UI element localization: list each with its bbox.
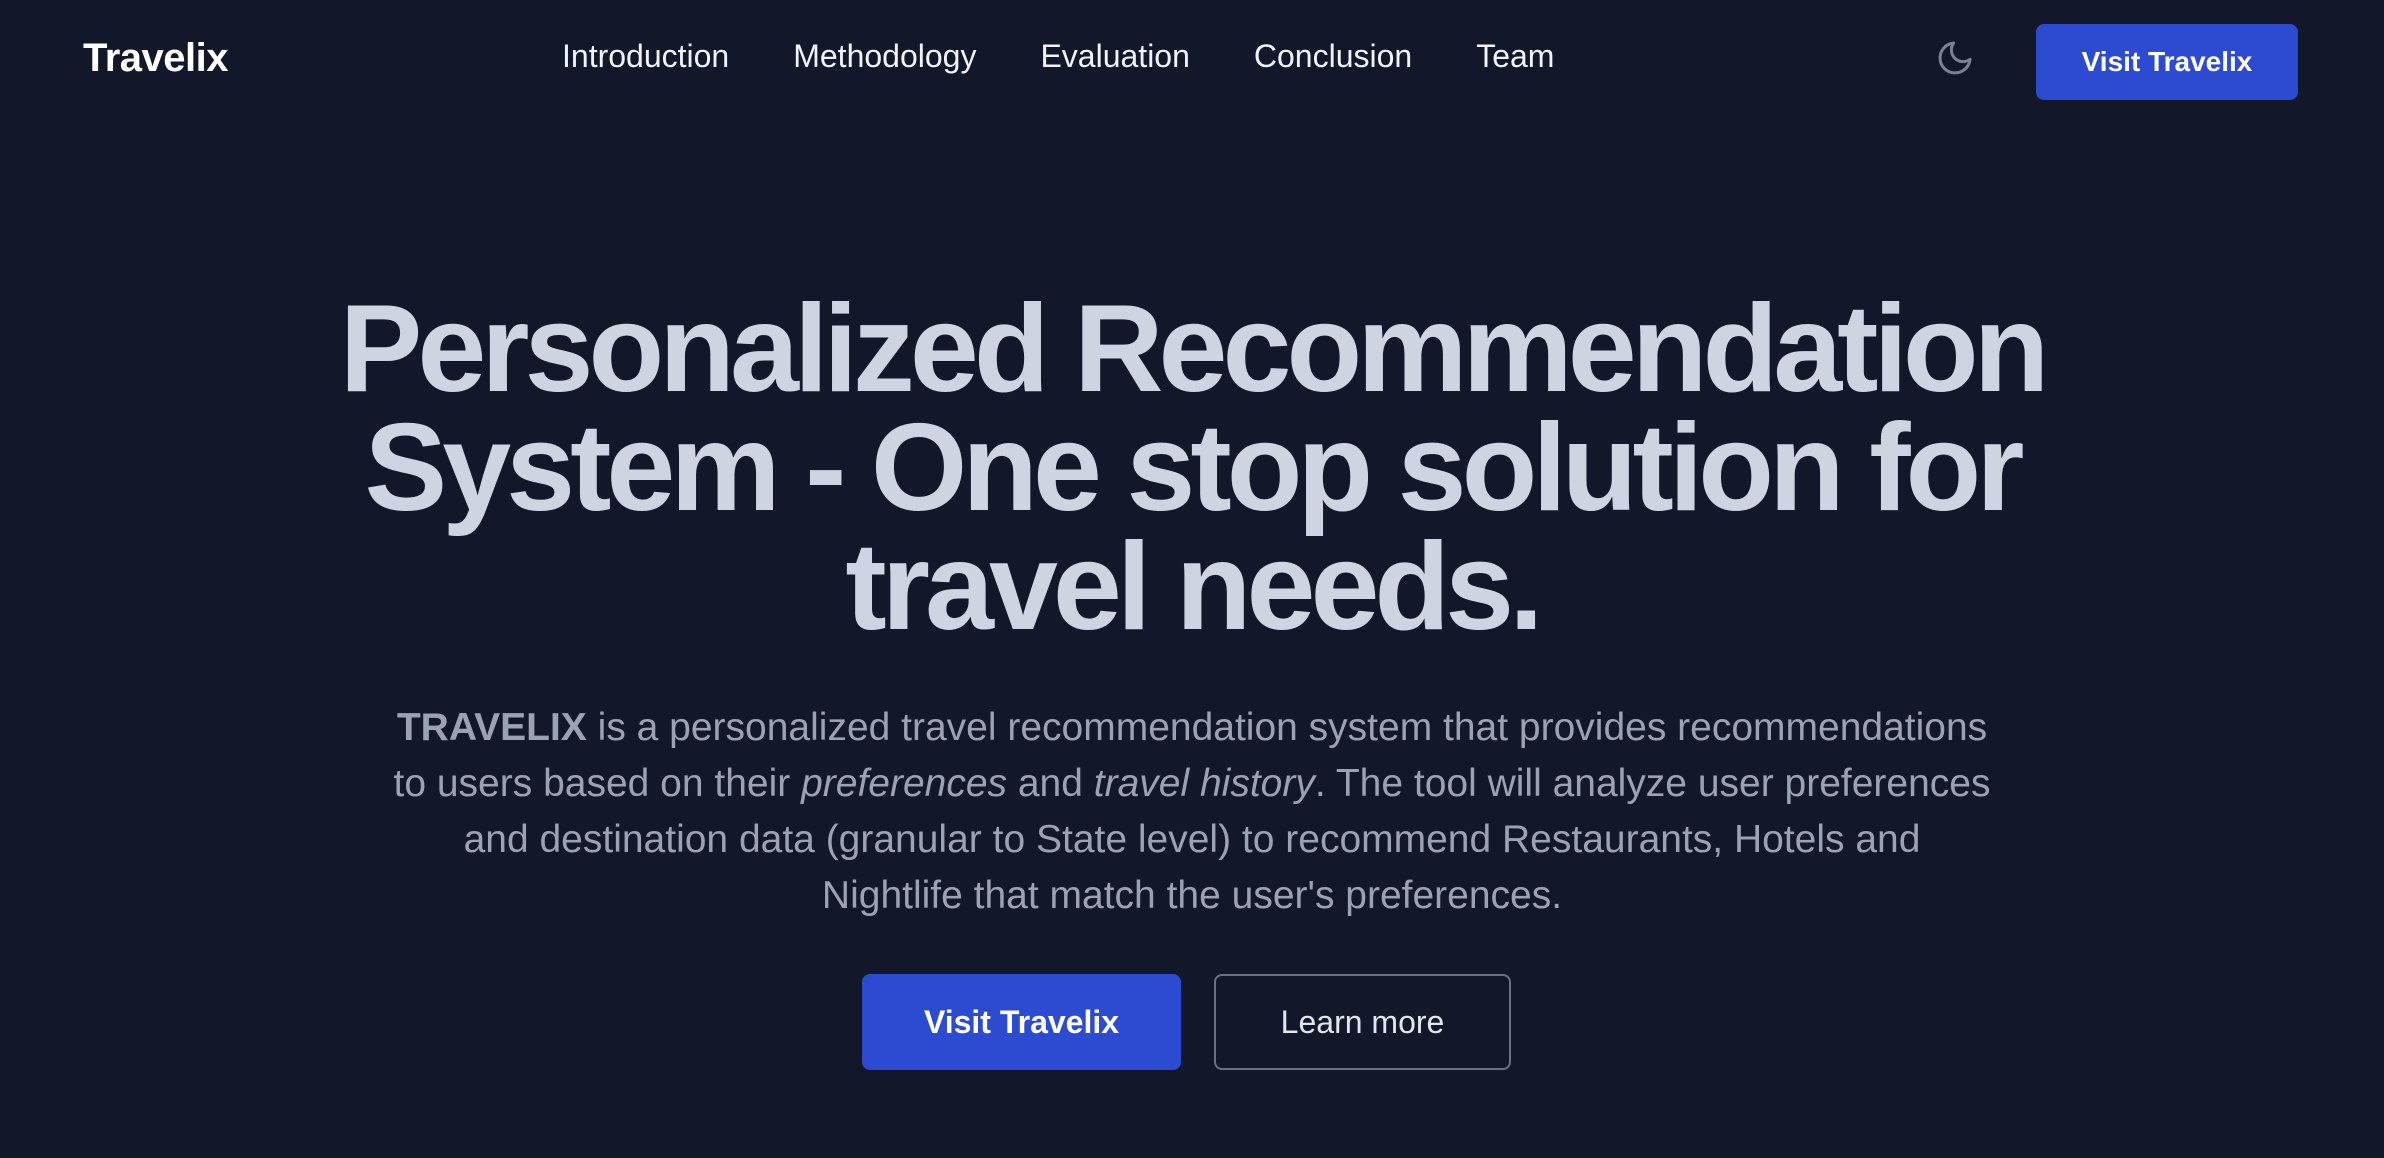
moon-icon	[1938, 41, 1972, 75]
hero-title: Personalized Recommendation System - One…	[339, 280, 2050, 656]
description-emphasis-travel-history: travel history	[1093, 762, 1315, 805]
learn-more-button[interactable]: Learn more	[1214, 974, 1511, 1070]
nav-link-evaluation[interactable]: Evaluation	[1040, 36, 1189, 76]
hero-actions: Visit Travelix Learn more	[862, 974, 1511, 1070]
visit-travelix-nav-button[interactable]: Visit Travelix	[2036, 24, 2298, 100]
brand-name-strong: TRAVELIX	[396, 706, 587, 749]
nav-link-methodology[interactable]: Methodology	[793, 36, 976, 76]
top-navbar: Travelix Introduction Methodology Evalua…	[0, 0, 2384, 120]
nav-link-introduction[interactable]: Introduction	[562, 36, 729, 76]
description-text-2: and	[1007, 762, 1094, 805]
hero-description: TRAVELIX is a personalized travel recomm…	[392, 700, 1992, 924]
nav-link-team[interactable]: Team	[1476, 36, 1554, 76]
main-nav: Introduction Methodology Evaluation Conc…	[562, 36, 1554, 76]
description-emphasis-preferences: preferences	[801, 762, 1008, 805]
nav-link-conclusion[interactable]: Conclusion	[1254, 36, 1412, 76]
visit-travelix-button[interactable]: Visit Travelix	[862, 974, 1181, 1070]
brand-logo[interactable]: Travelix	[83, 34, 229, 82]
theme-toggle-button[interactable]	[1935, 38, 1975, 78]
